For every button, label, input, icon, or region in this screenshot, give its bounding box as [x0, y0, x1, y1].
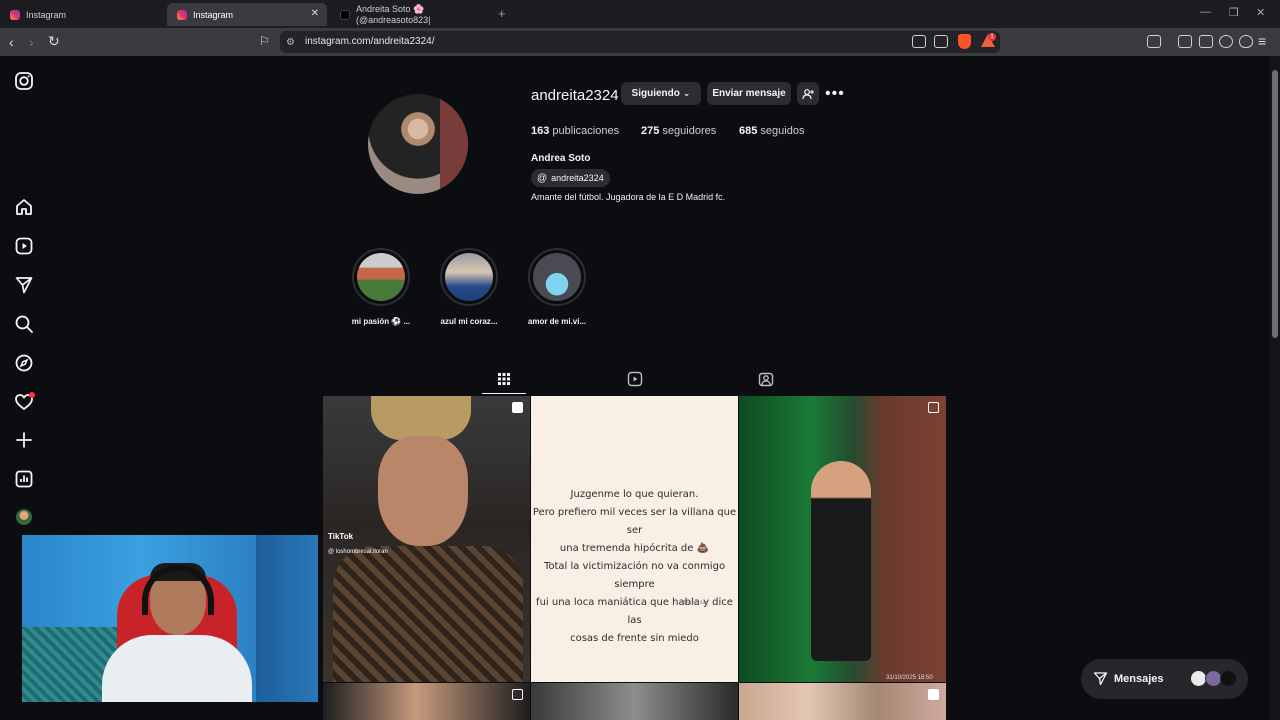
message-avatar: [1220, 670, 1237, 687]
following-stat-label: seguidos: [760, 125, 805, 137]
threads-icon: @: [537, 172, 548, 184]
posts-grid-tab-icon[interactable]: [496, 371, 512, 387]
photo-timestamp: 31/10/2025 18:50: [886, 675, 933, 681]
site-info-icon[interactable]: ⚙: [286, 35, 295, 51]
restore-icon[interactable]: ❐: [1229, 6, 1239, 19]
highlight-label: azul mi coraz...: [440, 317, 498, 326]
url-text[interactable]: instagram.com/andreita2324/: [305, 36, 435, 47]
posts-stat: 163 publicaciones: [531, 125, 619, 137]
post-tile[interactable]: [739, 683, 946, 720]
new-tab-icon[interactable]: +: [498, 6, 506, 21]
profile-username: andreita2324: [531, 87, 619, 104]
profile-bio: Amante del fútbol. Jugadora de la E D Ma…: [531, 192, 726, 202]
close-tab-icon[interactable]: ✕: [311, 8, 319, 19]
profile-avatar[interactable]: [16, 509, 32, 525]
wallet-icon[interactable]: [1199, 35, 1213, 48]
browser-tab-instagram-1[interactable]: Instagram: [0, 3, 162, 26]
send-message-button[interactable]: Enviar mensaje: [707, 82, 791, 105]
suggested-people-button[interactable]: [797, 82, 819, 105]
post-tile[interactable]: TikTok @ loshombresal.lloran: [323, 396, 530, 682]
following-label: Siguiendo: [631, 88, 680, 99]
highlight-label: mi pasión ⚽ ...: [351, 317, 411, 326]
following-button[interactable]: Siguiendo ⌄: [621, 82, 701, 105]
create-icon[interactable]: [14, 430, 34, 450]
post-tile[interactable]: [323, 683, 530, 720]
tiktok-username: @ loshombresal.lloran: [328, 549, 388, 555]
dashboard-icon[interactable]: [14, 469, 34, 489]
add-person-icon: [802, 88, 814, 99]
screenshot-icon[interactable]: [1147, 35, 1161, 48]
highlight-1[interactable]: [352, 248, 410, 306]
instagram-favicon-icon: [177, 9, 187, 20]
rewards-badge: 1: [988, 33, 996, 41]
notification-dot: [29, 392, 35, 398]
close-window-icon[interactable]: ✕: [1256, 6, 1265, 19]
home-icon[interactable]: [14, 197, 34, 217]
highlight-3[interactable]: [528, 248, 586, 306]
direct-messages-icon[interactable]: [14, 275, 34, 295]
leo-ai-icon[interactable]: [1219, 35, 1233, 48]
followers-stat[interactable]: 275 seguidores: [641, 125, 716, 137]
browser-tab-tiktok[interactable]: Andreita Soto 🌸 (@andreasoto823|: [330, 3, 490, 26]
posts-label: publicaciones: [552, 125, 620, 137]
post-tile[interactable]: Juzgenme lo que quieran. Pero prefiero m…: [531, 396, 738, 682]
brave-shields-icon[interactable]: [958, 34, 971, 49]
sidebar-toggle-icon[interactable]: [1178, 35, 1192, 48]
reel-icon: [512, 402, 523, 413]
cast-icon[interactable]: [912, 35, 926, 48]
search-icon[interactable]: [14, 314, 34, 334]
forward-icon[interactable]: ›: [29, 34, 34, 50]
vpn-icon[interactable]: [1239, 35, 1253, 48]
minimize-icon[interactable]: —: [1200, 6, 1211, 18]
more-options-icon[interactable]: •••: [825, 85, 845, 103]
carousel-icon: [512, 689, 523, 700]
instagram-logo-icon[interactable]: [14, 71, 34, 91]
tab-title: Instagram: [26, 9, 67, 20]
tab-title: Instagram: [193, 9, 234, 20]
active-tab-indicator: [482, 393, 526, 394]
following-stat[interactable]: 685 seguidos: [739, 125, 804, 137]
carousel-icon: [928, 402, 939, 413]
quote-handle: @hipocritas: [681, 600, 708, 606]
chevron-down-icon: ⌄: [682, 88, 691, 98]
post-tile[interactable]: 31/10/2025 18:50: [739, 396, 946, 682]
threads-handle: andreita2324: [551, 173, 604, 183]
threads-badge[interactable]: @ andreita2324: [531, 169, 610, 187]
tiktok-favicon-icon: [340, 9, 350, 20]
reload-icon[interactable]: ↻: [48, 33, 60, 49]
tagged-tab-icon[interactable]: [758, 371, 774, 387]
menu-icon[interactable]: ≡: [1258, 33, 1266, 49]
browser-tab-bar: Instagram Instagram ✕ Andreita Soto 🌸 (@…: [0, 0, 1280, 28]
bookmark-icon[interactable]: ⚐: [259, 33, 270, 49]
direct-messages-icon: [1093, 672, 1108, 686]
webcam-overlay: [22, 535, 318, 702]
share-icon[interactable]: [934, 35, 948, 48]
post-tile[interactable]: [531, 683, 738, 720]
following-count: 685: [739, 125, 758, 137]
reel-icon: [928, 689, 939, 700]
scrollbar-thumb[interactable]: [1272, 70, 1278, 338]
tiktok-watermark: TikTok: [328, 532, 354, 541]
highlight-label: amor de mi.vi...: [527, 317, 587, 326]
profile-picture[interactable]: [368, 94, 468, 194]
followers-count: 275: [641, 125, 660, 137]
reels-tab-icon[interactable]: [627, 371, 643, 387]
highlight-2[interactable]: [440, 248, 498, 306]
instagram-favicon-icon: [10, 9, 20, 20]
tab-title: Andreita Soto 🌸 (@andreasoto823|: [356, 4, 431, 25]
back-icon[interactable]: ‹: [9, 34, 14, 50]
profile-full-name: Andrea Soto: [531, 153, 591, 164]
followers-label: seguidores: [662, 125, 717, 137]
explore-icon[interactable]: [14, 353, 34, 373]
reels-icon[interactable]: [14, 236, 34, 256]
quote-text: Juzgenme lo que quieran. Pero prefiero m…: [532, 489, 737, 644]
browser-tab-instagram-active[interactable]: Instagram ✕: [167, 3, 327, 26]
messages-label: Mensajes: [1114, 673, 1164, 685]
posts-count: 163: [531, 125, 550, 137]
